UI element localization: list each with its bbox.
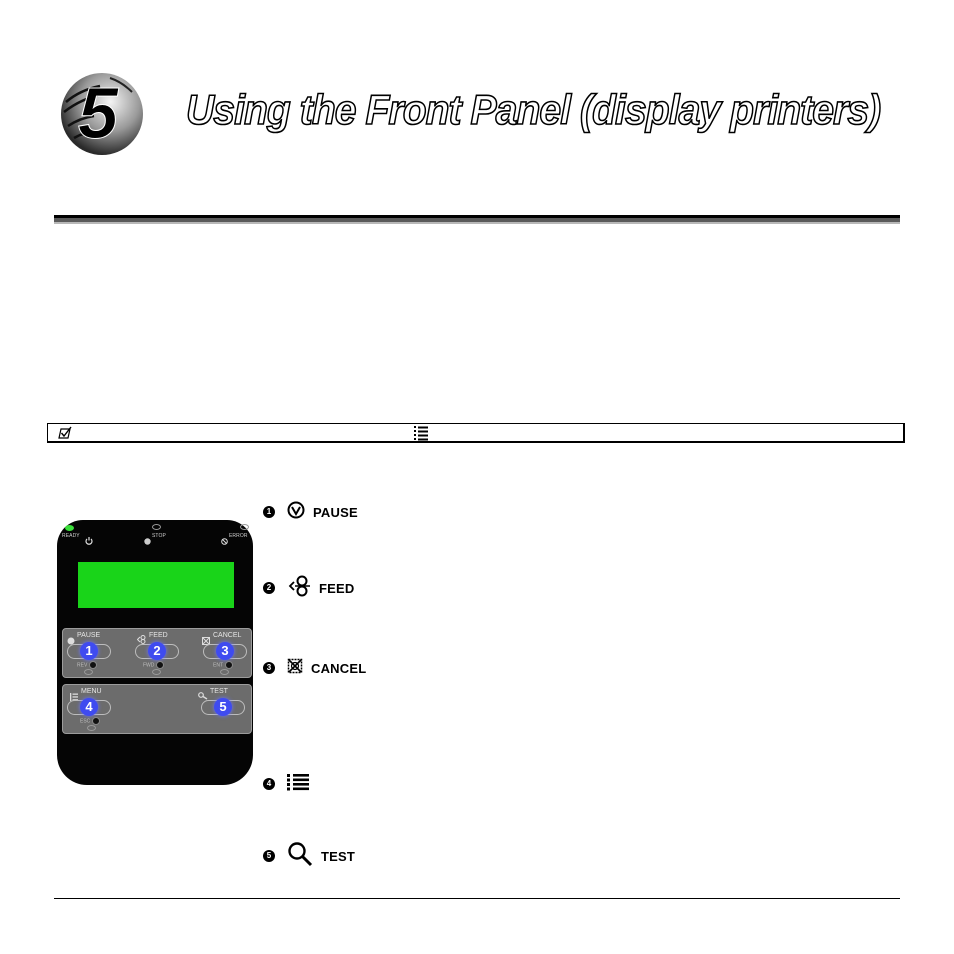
reverse-icon bbox=[89, 661, 98, 669]
esc-label: ESC bbox=[80, 718, 91, 725]
key-2-secondary: FWD bbox=[143, 661, 165, 669]
key-1-secondary: REV bbox=[77, 661, 98, 669]
key-4-number: 4 bbox=[80, 698, 98, 716]
key-2-number: 2 bbox=[148, 642, 166, 660]
forward-icon bbox=[156, 661, 165, 669]
key-1-led bbox=[84, 669, 93, 675]
key-4-led bbox=[87, 725, 96, 731]
stop-icon bbox=[144, 532, 151, 550]
footer-rule bbox=[54, 898, 900, 899]
stop-led bbox=[152, 524, 161, 530]
key-1-number: 1 bbox=[80, 642, 98, 660]
chapter-number-badge: 5 bbox=[60, 72, 144, 156]
callout-marker: 3 bbox=[263, 662, 275, 674]
callout-label: FEED bbox=[319, 580, 355, 596]
key-5-number: 5 bbox=[214, 698, 232, 716]
key-3-number: 3 bbox=[216, 642, 234, 660]
callout-pause: 1 PAUSE bbox=[263, 501, 358, 523]
cancel-icon bbox=[287, 658, 303, 679]
error-label: ERROR bbox=[229, 533, 248, 539]
menu-list-icon bbox=[413, 425, 429, 441]
power-icon bbox=[85, 532, 93, 550]
callout-cancel: 3 CANCEL bbox=[263, 657, 366, 679]
note-box bbox=[47, 423, 905, 443]
pause-icon bbox=[287, 501, 305, 524]
key-group-bottom: MENU 4 ESC TEST 5 bbox=[62, 684, 252, 734]
lcd-display bbox=[78, 562, 234, 608]
front-panel-illustration: READY STOP ERROR PAUSE 1 REV FEED 2 FWD bbox=[57, 520, 253, 785]
key-4-secondary: ESC bbox=[80, 717, 101, 725]
stop-label: STOP bbox=[152, 533, 166, 539]
callout-feed: 2 FEED bbox=[263, 575, 355, 602]
feed-icon bbox=[287, 575, 311, 602]
ready-led bbox=[65, 525, 74, 531]
test-icon bbox=[287, 841, 313, 872]
menu-icon bbox=[287, 773, 309, 796]
callout-marker: 1 bbox=[263, 506, 275, 518]
rev-label: REV bbox=[77, 662, 88, 669]
key-label-menu: MENU bbox=[81, 688, 102, 695]
chapter-title: Using the Front Panel (display printers) bbox=[185, 85, 882, 134]
ready-label: READY bbox=[62, 533, 80, 539]
escape-icon bbox=[92, 717, 101, 725]
heading-rule bbox=[54, 215, 900, 224]
fwd-label: FWD bbox=[143, 662, 155, 669]
error-icon bbox=[221, 532, 228, 550]
key-group-top: PAUSE 1 REV FEED 2 FWD CANCEL 3 ENT bbox=[62, 628, 252, 678]
chapter-number: 5 bbox=[77, 74, 119, 155]
callout-marker: 4 bbox=[263, 778, 275, 790]
callout-label: PAUSE bbox=[313, 504, 358, 520]
key-3-led bbox=[220, 669, 229, 675]
key-label-feed: FEED bbox=[149, 632, 168, 639]
error-led bbox=[240, 524, 249, 530]
enter-icon bbox=[225, 661, 233, 669]
key-label-test: TEST bbox=[210, 688, 228, 695]
ent-label: ENT bbox=[213, 662, 223, 669]
callout-label: CANCEL bbox=[311, 660, 367, 676]
callout-menu: 4 bbox=[263, 773, 317, 795]
key-3-secondary: ENT bbox=[213, 661, 233, 669]
callout-test: 5 TEST bbox=[263, 841, 356, 867]
key-label-cancel: CANCEL bbox=[213, 632, 242, 639]
key-2-led bbox=[152, 669, 161, 675]
callout-marker: 2 bbox=[263, 582, 275, 594]
checkbox-note-icon bbox=[58, 426, 72, 440]
key-label-pause: PAUSE bbox=[77, 632, 101, 639]
callout-marker: 5 bbox=[263, 850, 275, 862]
callout-label: TEST bbox=[321, 848, 356, 864]
